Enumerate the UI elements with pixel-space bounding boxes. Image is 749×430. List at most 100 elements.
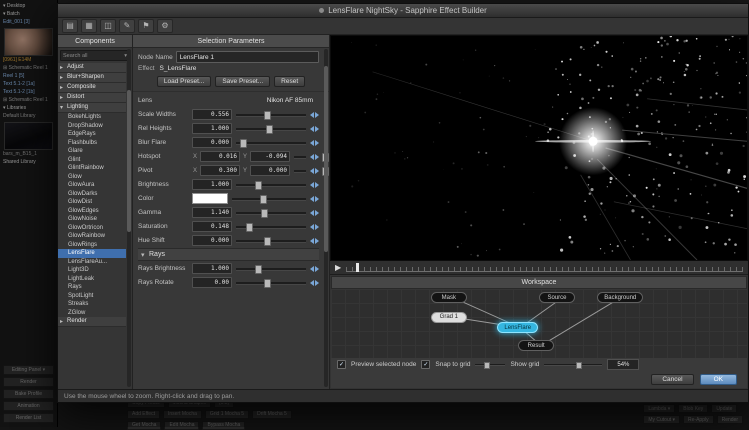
component-group[interactable]: ▾Lighting [58,103,126,113]
component-item[interactable]: Glare [58,147,126,156]
param-value-field[interactable]: 1.000 [192,263,232,274]
slider-handle[interactable] [260,195,267,204]
component-group[interactable]: ▸Adjust [58,63,126,73]
slider-handle[interactable] [255,265,262,274]
host-sidebar-item[interactable]: ⊞ Schematic Reel 1 [0,64,57,72]
host-button[interactable]: Grid 1 Mocha 5 [205,410,249,419]
host-button[interactable]: Re-Apply [683,415,714,424]
param-slider[interactable] [234,236,319,245]
node-background[interactable]: Background [597,292,643,303]
component-item[interactable]: SpotLight [58,292,126,301]
param-value-field[interactable]: 1.140 [192,207,232,218]
param-value-field[interactable]: 0.00 [192,277,232,288]
host-button[interactable]: Render [717,415,743,424]
component-group[interactable]: ▸Blur+Sharpen [58,73,126,83]
slider-handle[interactable] [264,279,271,288]
components-search-input[interactable]: Search all ▾ [60,50,130,61]
component-group[interactable]: ▸Distort [58,93,126,103]
param-slider[interactable] [234,208,319,217]
component-item[interactable]: GlowOrtricon [58,224,126,233]
host-sidebar-item[interactable]: ▾ Desktop [0,2,57,10]
host-button[interactable]: My Cutout ▾ [643,415,680,424]
param-value-field[interactable]: 1.000 [192,179,232,190]
flag-icon[interactable]: ⚑ [138,19,154,33]
param-x-field[interactable]: 0.300 [200,165,240,176]
host-sidebar-item[interactable]: ▾ Batch [0,10,57,18]
component-group[interactable]: ▸Composite [58,83,126,93]
color-swatch[interactable] [192,193,228,204]
edit-icon[interactable]: ✎ [119,19,135,33]
slider-handle[interactable] [266,125,273,134]
host-button[interactable]: Insert Mocha [163,410,202,419]
components-scrollbar[interactable] [127,49,131,387]
component-item[interactable]: GlintRainbow [58,164,126,173]
host-button[interactable]: Get Mocha [127,421,161,430]
host-side-button[interactable]: Editing Panel ▾ [3,365,54,375]
host-button[interactable]: Bypass Mocha [202,421,245,430]
host-button[interactable]: Update [711,404,737,413]
node-graph-canvas[interactable]: MaskSourceBackgroundGrad 1LensFlareResul… [331,289,747,358]
host-sidebar-item[interactable]: Text 5.1-2 [1b] [0,88,57,96]
component-item[interactable]: EdgeRays [58,130,126,139]
clip-thumbnail[interactable] [4,122,53,150]
component-item[interactable]: Flashbulbs [58,139,126,148]
host-sidebar-item[interactable]: Reel 1 [5] [0,72,57,80]
new-document-icon[interactable]: ▤ [62,19,78,33]
param-value-field[interactable]: 0.000 [192,235,232,246]
host-sidebar-item[interactable]: ▾ Libraries [0,104,57,112]
zoom-value-field[interactable]: 54% [607,359,639,370]
param-slider[interactable] [234,124,319,133]
param-x-field[interactable]: 0.016 [200,151,240,162]
component-item[interactable]: BokehLights [58,113,126,122]
param-slider[interactable] [234,264,319,273]
component-item[interactable]: GlowDist [58,198,126,207]
grid-size-slider[interactable] [475,361,505,368]
param-y-field[interactable]: 0.000 [250,165,290,176]
param-value-field[interactable]: 0.000 [192,137,232,148]
host-button[interactable]: Blob Key [678,404,708,413]
node-result[interactable]: Result [518,340,554,351]
node-grad-1[interactable]: Grad 1 [431,312,467,323]
slider-handle[interactable] [484,362,490,369]
host-sidebar-item[interactable]: Shared Library [0,158,57,166]
slider-handle[interactable] [246,223,253,232]
host-button[interactable]: Edit Mocha [164,421,199,430]
host-sidebar-item[interactable]: Default Library [0,112,57,120]
component-item[interactable]: GlowRings [58,241,126,250]
param-slider[interactable] [234,138,319,147]
window-titlebar[interactable]: LensFlare NightSky - Sapphire Effect Bui… [58,4,748,18]
component-group[interactable]: ▸Render [58,317,126,327]
playhead-marker[interactable] [356,263,359,272]
host-button[interactable]: Lambda ▾ [643,404,675,413]
component-item[interactable]: LensFlare [58,249,126,258]
component-item[interactable]: GlowAura [58,181,126,190]
preview-viewport[interactable] [330,35,748,261]
component-item[interactable]: ZGlow [58,309,126,318]
param-slider[interactable] [230,194,319,203]
param-slider[interactable] [234,180,319,189]
slider-handle[interactable] [255,181,262,190]
host-button[interactable]: Drift Mocha 5 [252,410,292,419]
param-slider[interactable] [292,166,319,175]
component-item[interactable]: LensFlareAu... [58,258,126,267]
component-item[interactable]: GlowDarks [58,190,126,199]
component-item[interactable]: LightLeak [58,275,126,284]
param-slider[interactable] [234,222,319,231]
zoom-slider[interactable] [544,361,602,368]
component-item[interactable]: Light3D [58,266,126,275]
param-slider[interactable] [234,278,319,287]
param-section-header[interactable]: ▾Rays [138,248,319,261]
component-item[interactable]: Rays [58,283,126,292]
slider-handle[interactable] [576,362,582,369]
host-side-button[interactable]: Render [3,377,54,387]
component-item[interactable]: Glow [58,173,126,182]
component-item[interactable]: Streaks [58,300,126,309]
save-preset-button[interactable]: Save Preset... [215,76,270,87]
timeline-scrubber[interactable] [346,263,743,272]
slider-handle[interactable] [264,111,271,120]
host-side-button[interactable]: Render List [3,413,54,423]
load-preset-button[interactable]: Load Preset... [157,76,211,87]
host-sidebar-item[interactable]: ⊞ Schematic Reel 1 [0,96,57,104]
preview-selected-node-checkbox[interactable]: ✓ [337,360,346,369]
param-value-field[interactable]: 0.556 [192,109,232,120]
